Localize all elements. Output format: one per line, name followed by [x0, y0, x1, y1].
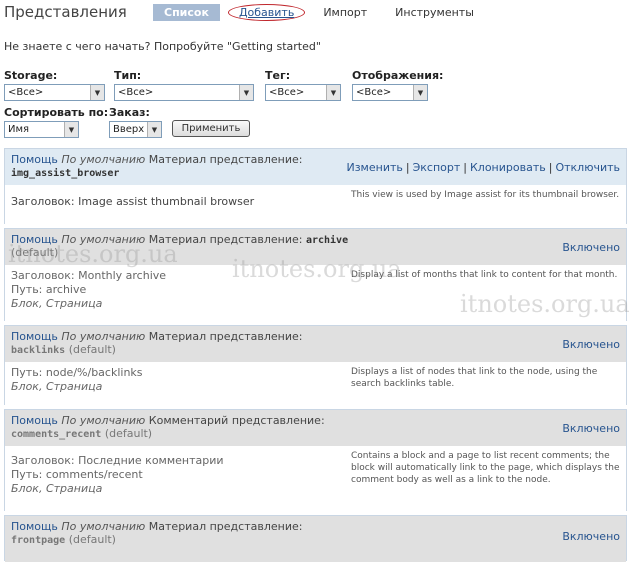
filter-display: Отображения: <Все> ▼	[352, 69, 443, 101]
chevron-down-icon: ▼	[64, 122, 78, 137]
filter-type-label: Тип:	[114, 69, 142, 82]
enable-link[interactable]: Включено	[562, 338, 620, 351]
filter-tag-label: Тег:	[265, 69, 291, 82]
help-link[interactable]: Помощь	[11, 520, 58, 533]
view-kind: Комментарий представление:	[148, 414, 325, 427]
filter-display-label: Отображения:	[352, 69, 444, 82]
view-operations: Изменить | Экспорт | Клонировать | Отключить	[346, 161, 620, 174]
order-select-value: Вверх	[113, 124, 145, 135]
view-name: img_assist_browser	[11, 168, 120, 179]
view-displays: Блок, Страница	[11, 297, 103, 310]
enable-link[interactable]: Включено	[562, 530, 620, 543]
view-description: Contains a block and a page to list rece…	[351, 451, 620, 485]
disable-link[interactable]: Отключить	[555, 161, 620, 174]
view-body: Путь: node/%/backlinks Блок, Страница Di…	[5, 362, 626, 406]
view-path: Путь: archive	[11, 283, 87, 296]
apply-button[interactable]: Применить	[172, 120, 250, 137]
filter-order: Заказ: Вверх ▼	[109, 106, 162, 138]
clone-link[interactable]: Клонировать	[470, 161, 546, 174]
enable-link[interactable]: Включено	[562, 241, 620, 254]
tab-tools[interactable]: Инструменты	[385, 4, 484, 21]
view-kind: Материал представление:	[148, 153, 303, 166]
getting-started-hint: Не знаете с чего начать? Попробуйте "Get…	[4, 40, 321, 53]
view-header: Помощь По умолчанию Материал представлен…	[5, 516, 626, 562]
chevron-down-icon: ▼	[147, 122, 161, 137]
chevron-down-icon: ▼	[90, 85, 104, 100]
view-row: Помощь По умолчанию Материал представлен…	[4, 148, 627, 225]
view-description: Displays a list of nodes that link to th…	[351, 367, 598, 389]
chevron-down-icon: ▼	[239, 85, 253, 100]
default-label: По умолчанию	[61, 330, 146, 343]
type-select-value: <Все>	[118, 87, 154, 98]
filter-order-label: Заказ:	[109, 106, 150, 119]
default-tag: (default)	[11, 246, 59, 259]
top-bar: Представления Список Добавить Импорт Инс…	[0, 0, 640, 26]
view-body: Заголовок: Последние комментарии Путь: c…	[5, 446, 626, 512]
help-link[interactable]: Помощь	[11, 330, 58, 343]
storage-select[interactable]: <Все> ▼	[4, 84, 105, 101]
view-displays: Блок, Страница	[11, 482, 103, 495]
filter-sort-label: Сортировать по:	[4, 106, 109, 119]
default-label: По умолчанию	[61, 414, 146, 427]
help-link[interactable]: Помощь	[11, 414, 58, 427]
view-row: Помощь По умолчанию Комментарий представ…	[4, 409, 627, 512]
view-kind: Материал представление:	[148, 520, 303, 533]
default-label: По умолчанию	[61, 233, 146, 246]
tab-add[interactable]: Добавить	[227, 4, 306, 21]
storage-select-value: <Все>	[8, 87, 44, 98]
page-title: Представления	[4, 3, 127, 21]
view-row: Помощь По умолчанию Материал представлен…	[4, 515, 627, 562]
filter-type: Тип: <Все> ▼	[114, 69, 254, 101]
default-tag: (default)	[68, 343, 116, 356]
type-select[interactable]: <Все> ▼	[114, 84, 254, 101]
view-body: Заголовок: Image assist thumbnail browse…	[5, 185, 626, 225]
edit-link[interactable]: Изменить	[346, 161, 402, 174]
default-label: По умолчанию	[61, 153, 146, 166]
display-select[interactable]: <Все> ▼	[352, 84, 428, 101]
tag-select[interactable]: <Все> ▼	[265, 84, 341, 101]
view-name: comments_recent	[11, 429, 102, 440]
view-displays: Блок, Страница	[11, 380, 103, 393]
view-header: Помощь По умолчанию Материал представлен…	[5, 326, 626, 362]
view-header: Помощь По умолчанию Комментарий представ…	[5, 410, 626, 446]
filter-sort: Сортировать по: Имя ▼	[4, 106, 108, 138]
view-kind: Материал представление:	[148, 330, 303, 343]
display-select-value: <Все>	[356, 87, 392, 98]
sort-select-value: Имя	[8, 124, 30, 135]
view-name: frontpage	[11, 535, 66, 546]
order-select[interactable]: Вверх ▼	[109, 121, 162, 138]
view-body: Заголовок: Monthly archive Путь: archive…	[5, 265, 626, 322]
view-name: archive	[305, 235, 349, 246]
enable-link[interactable]: Включено	[562, 422, 620, 435]
export-link[interactable]: Экспорт	[413, 161, 461, 174]
view-kind: Материал представление:	[148, 233, 303, 246]
view-row: Помощь По умолчанию Материал представлен…	[4, 228, 627, 322]
chevron-down-icon: ▼	[326, 85, 340, 100]
tag-select-value: <Все>	[269, 87, 305, 98]
view-row: Помощь По умолчанию Материал представлен…	[4, 325, 627, 406]
filter-tag: Тег: <Все> ▼	[265, 69, 341, 101]
view-header: Помощь По умолчанию Материал представлен…	[5, 229, 626, 265]
tab-import[interactable]: Импорт	[313, 4, 377, 21]
default-tag: (default)	[68, 533, 116, 546]
tabs: Список Добавить Импорт Инструменты	[153, 4, 492, 21]
default-tag: (default)	[104, 427, 153, 440]
view-description: Display a list of months that link to co…	[351, 270, 618, 280]
help-link[interactable]: Помощь	[11, 153, 58, 166]
view-name: backlinks	[11, 345, 66, 356]
chevron-down-icon: ▼	[413, 85, 427, 100]
filter-storage-label: Storage:	[4, 69, 58, 82]
view-description: This view is used by Image assist for it…	[351, 190, 620, 200]
help-link[interactable]: Помощь	[11, 233, 58, 246]
default-label: По умолчанию	[61, 520, 146, 533]
sort-select[interactable]: Имя ▼	[4, 121, 79, 138]
view-header: Помощь По умолчанию Материал представлен…	[5, 149, 626, 185]
tab-list[interactable]: Список	[153, 4, 220, 21]
filter-storage: Storage: <Все> ▼	[4, 69, 105, 101]
